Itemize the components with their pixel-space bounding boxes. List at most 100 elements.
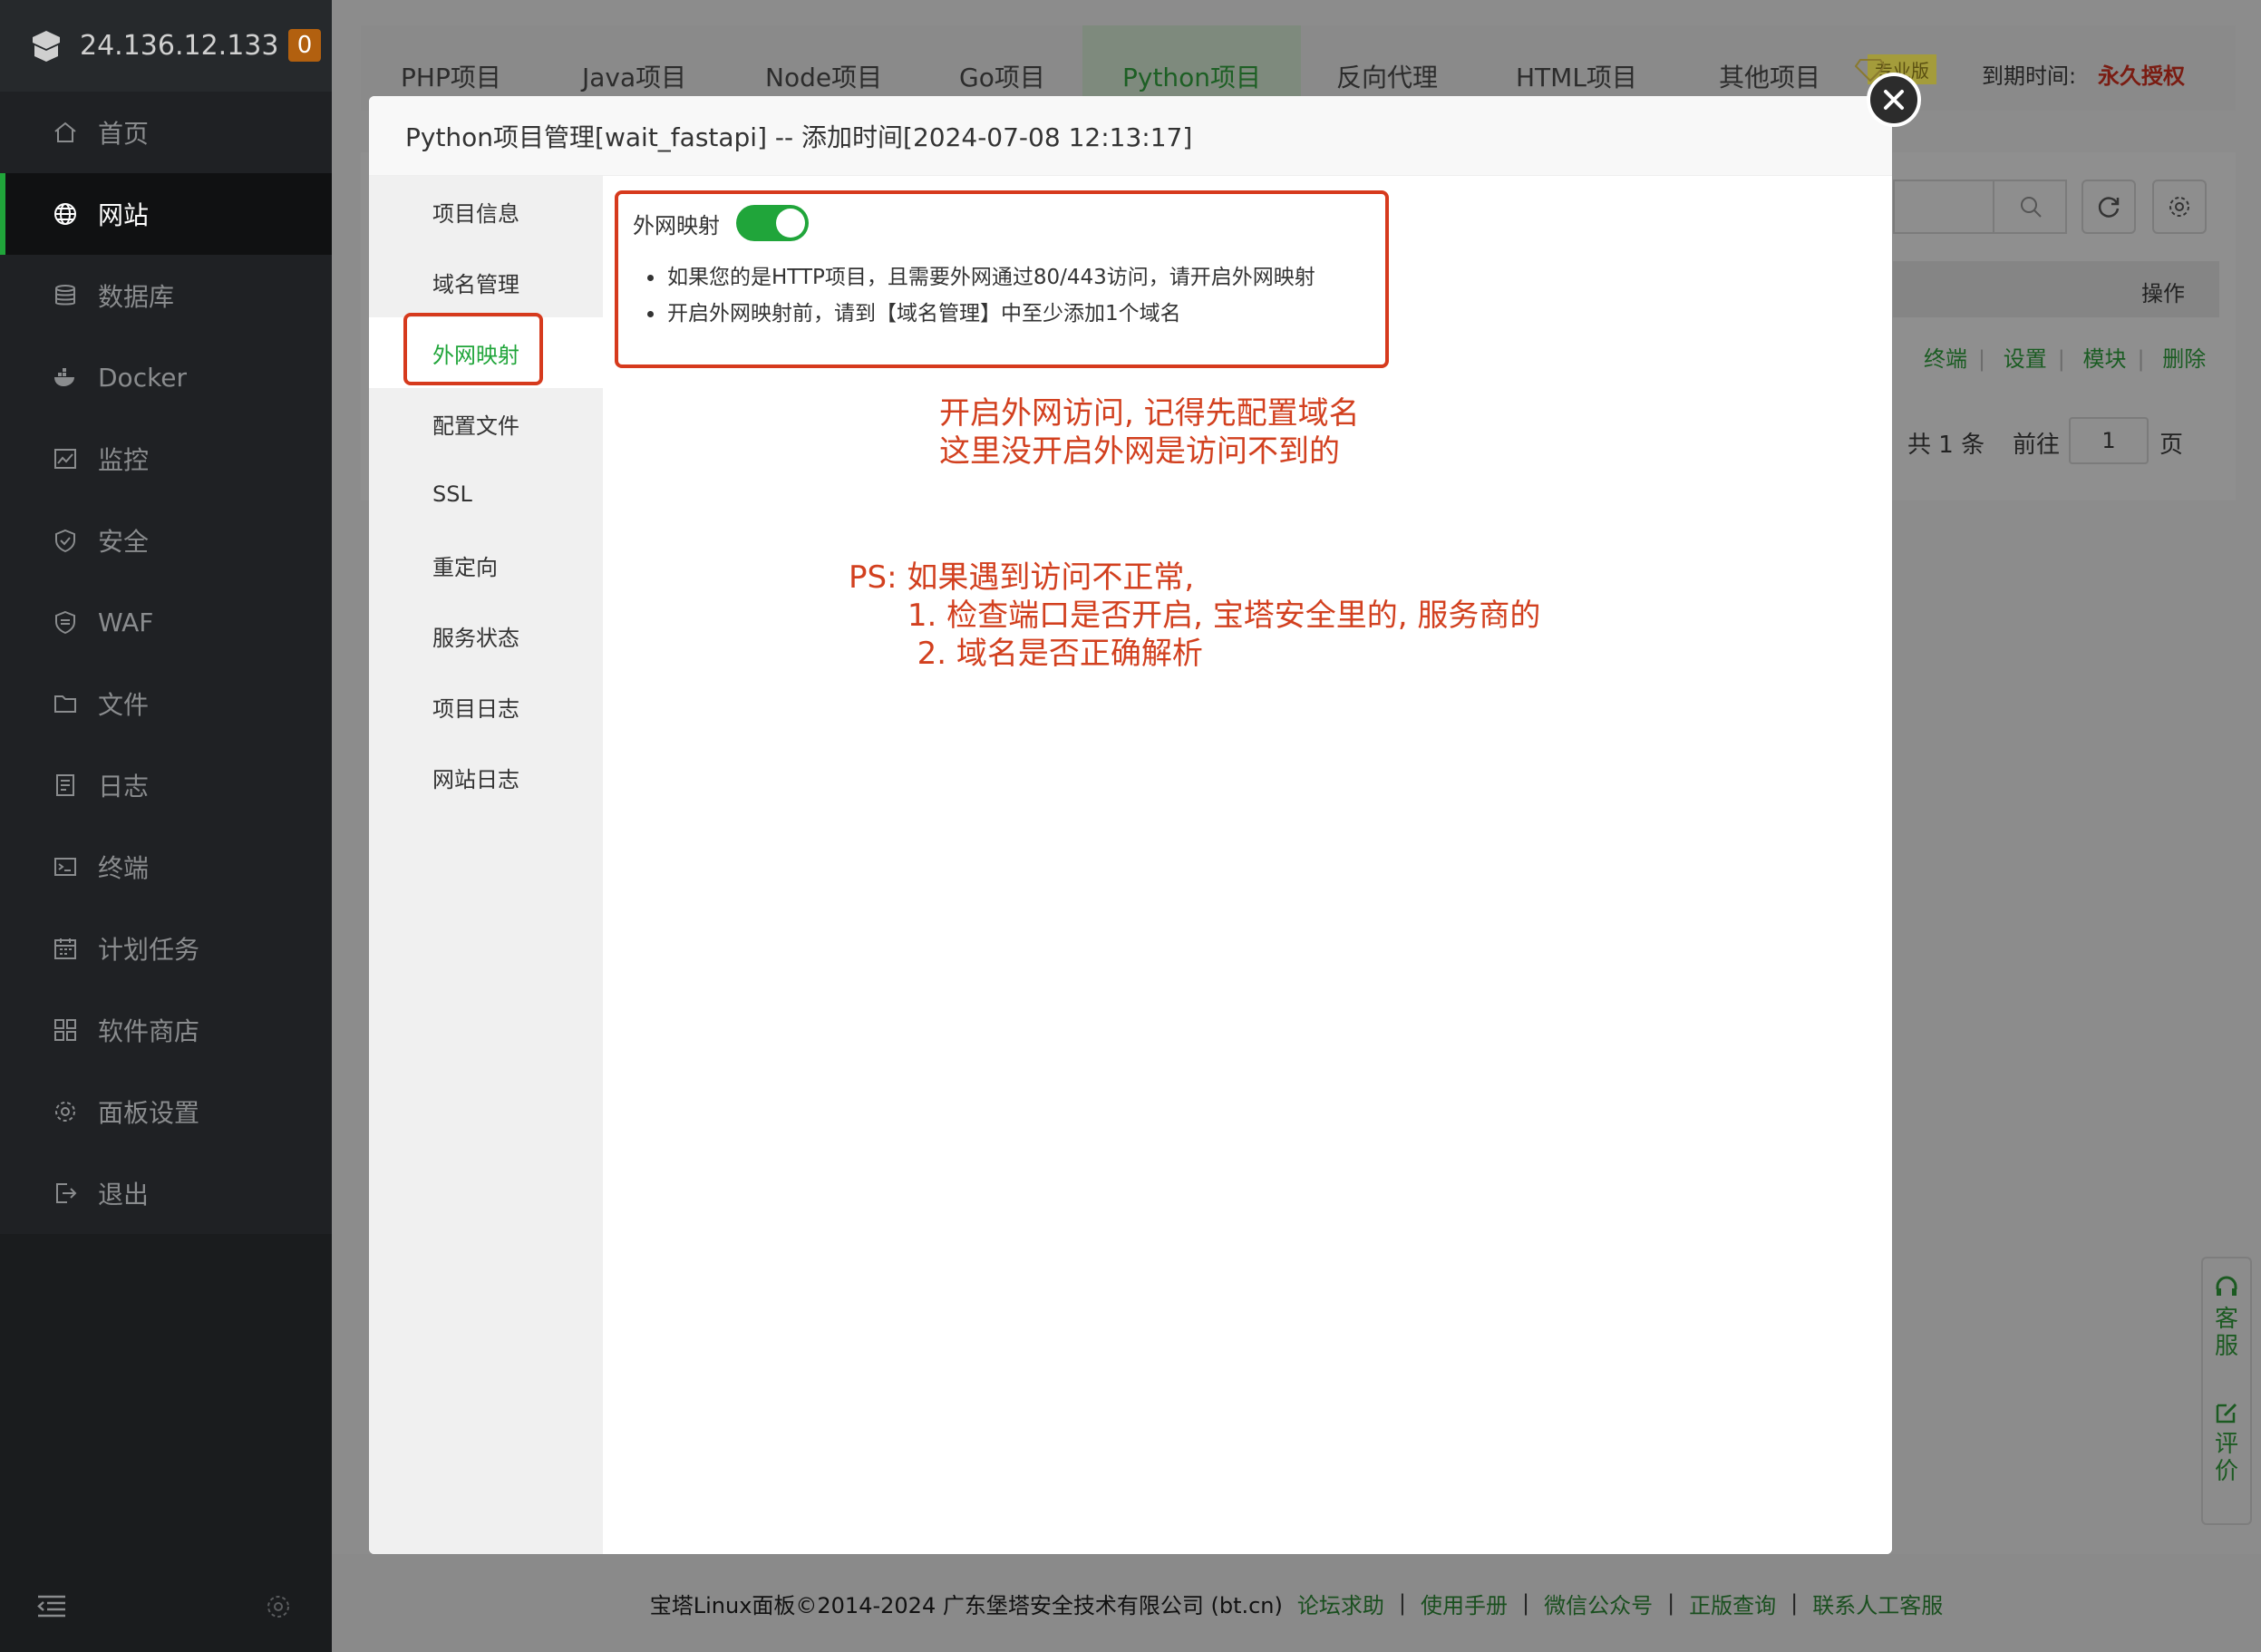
sidebar-settings-icon[interactable] (265, 1593, 292, 1620)
calendar-icon (53, 936, 78, 961)
sidebar-footer (0, 1561, 332, 1652)
module-action-link[interactable]: 模块 (2082, 346, 2126, 372)
headset-icon (2216, 1276, 2237, 1296)
search-button[interactable] (1993, 180, 2067, 234)
menu-item-site-log[interactable]: 网站日志 (369, 742, 603, 812)
sidebar-item-cron[interactable]: 计划任务 (0, 908, 332, 989)
tab-node[interactable]: Node项目 (765, 58, 882, 94)
settings-button[interactable] (2152, 180, 2207, 234)
sidebar-item-label: 计划任务 (98, 935, 200, 965)
settings-action-link[interactable]: 设置 (2004, 346, 2047, 372)
pager-goto-label: 前往 (2013, 432, 2061, 459)
collapse-menu-icon[interactable] (36, 1593, 67, 1620)
sidebar-item-settings[interactable]: 面板设置 (0, 1071, 332, 1152)
sidebar-item-label: 文件 (98, 690, 150, 720)
divider: | (1978, 346, 1986, 372)
refresh-button[interactable] (2081, 180, 2136, 234)
sidebar-item-waf[interactable]: WAF (0, 581, 332, 663)
sidebar-item-label: 日志 (98, 772, 150, 802)
divider: | (1667, 1590, 1675, 1616)
sidebar-item-store[interactable]: 软件商店 (0, 989, 332, 1071)
sidebar-item-home[interactable]: 首页 (0, 92, 332, 173)
shield-icon (53, 528, 78, 553)
tab-php[interactable]: PHP项目 (401, 58, 501, 94)
menu-item-project-info[interactable]: 项目信息 (369, 176, 603, 247)
expire-value[interactable]: 永久授权 (2098, 58, 2185, 90)
dialog-title: Python项目管理[wait_fastapi] -- 添加时间[2024-07… (369, 96, 1892, 176)
database-icon (53, 283, 78, 308)
monitor-icon (53, 446, 78, 471)
sidebar-item-database[interactable]: 数据库 (0, 255, 332, 336)
copyright-text: 宝塔Linux面板©2014-2024 广东堡塔安全技术有限公司 (bt.cn) (649, 1592, 1283, 1618)
floating-help-bar: 客服 评价 (2201, 1257, 2252, 1525)
page-number-input[interactable]: 1 (2069, 417, 2149, 464)
sidebar-item-label: 退出 (98, 1180, 150, 1210)
terminal-icon (53, 854, 78, 879)
divider: | (1790, 1590, 1799, 1616)
sidebar-item-security[interactable]: 安全 (0, 500, 332, 581)
divider: | (2137, 346, 2145, 372)
logout-icon (53, 1181, 78, 1206)
divider: | (2057, 346, 2065, 372)
sidebar-item-label: 面板设置 (98, 1098, 200, 1128)
footer: 宝塔Linux面板©2014-2024 广东堡塔安全技术有限公司 (bt.cn)… (332, 1554, 2261, 1652)
forum-link[interactable]: 论坛求助 (1297, 1588, 1384, 1619)
pager-page-suffix: 页 (2159, 432, 2184, 459)
wechat-link[interactable]: 微信公众号 (1544, 1588, 1653, 1619)
dialog-content (603, 176, 1892, 1554)
terminal-action-link[interactable]: 终端 (1924, 346, 1967, 372)
manual-link[interactable]: 使用手册 (1421, 1588, 1508, 1619)
annotation-note-2: PS: 如果遇到访问不正常, 1. 检查端口是否开启, 宝塔安全里的, 服务商的… (849, 559, 1541, 672)
close-icon (1884, 90, 1904, 110)
divider: | (1521, 1590, 1530, 1616)
sidebar-item-label: 安全 (98, 527, 150, 557)
docker-icon (53, 364, 78, 390)
license-check-link[interactable]: 正版查询 (1689, 1588, 1776, 1619)
home-icon (53, 120, 78, 145)
expire-label: 到期时间: (1982, 63, 2077, 89)
tab-java[interactable]: Java项目 (582, 58, 686, 94)
menu-item-domain-manage[interactable]: 域名管理 (369, 247, 603, 317)
sidebar-item-docker[interactable]: Docker (0, 336, 332, 418)
sidebar-item-label: 终端 (98, 853, 150, 883)
sidebar-item-terminal[interactable]: 终端 (0, 826, 332, 908)
tab-other[interactable]: 其他项目 (1719, 58, 1820, 94)
sidebar-item-files[interactable]: 文件 (0, 663, 332, 744)
delete-action-link[interactable]: 删除 (2162, 346, 2206, 372)
customer-service-label: 客服 (2214, 1306, 2238, 1360)
sidebar-item-label: 软件商店 (98, 1016, 200, 1046)
annotation-note-1: 开启外网访问, 记得先配置域名 这里没开启外网是访问不到的 (939, 395, 1360, 470)
server-ip: 24.136.12.133 (80, 30, 279, 62)
message-count-badge[interactable]: 0 (288, 29, 321, 62)
apps-icon (53, 1017, 78, 1043)
annotation-highlight-mapping (615, 190, 1389, 368)
tab-reverse-proxy[interactable]: 反向代理 (1336, 58, 1438, 94)
sidebar-item-website[interactable]: 网站 (0, 173, 332, 255)
sidebar-item-logs[interactable]: 日志 (0, 744, 332, 826)
annotation-highlight-menu (403, 313, 543, 385)
edit-icon (2216, 1403, 2237, 1424)
folder-icon (53, 691, 78, 716)
dialog-close-button[interactable] (1867, 73, 1921, 127)
review-button[interactable]: 评价 (2213, 1400, 2240, 1485)
menu-item-ssl[interactable]: SSL (369, 459, 603, 530)
sidebar-item-label: WAF (98, 607, 154, 637)
sidebar-item-monitor[interactable]: 监控 (0, 418, 332, 500)
customer-service-button[interactable]: 客服 (2213, 1275, 2240, 1360)
divider: | (1398, 1590, 1406, 1616)
tab-html[interactable]: HTML项目 (1516, 58, 1637, 94)
sidebar-item-label: 数据库 (98, 282, 175, 312)
search-icon (2021, 197, 2042, 218)
refresh-icon (2098, 197, 2120, 218)
sidebar-item-label: 监控 (98, 445, 150, 475)
gear-icon (2169, 197, 2189, 217)
menu-item-service-status[interactable]: 服务状态 (369, 600, 603, 671)
menu-item-config-file[interactable]: 配置文件 (369, 388, 603, 459)
support-link[interactable]: 联系人工客服 (1812, 1588, 1943, 1619)
menu-item-project-log[interactable]: 项目日志 (369, 671, 603, 742)
sidebar-nav: 首页 网站 数据库 Docker 监控 安全 WAF 文件 日志 终端 计划任务… (0, 92, 332, 1234)
menu-item-redirect[interactable]: 重定向 (369, 530, 603, 600)
sidebar-item-label: 首页 (98, 119, 150, 149)
tab-go[interactable]: Go项目 (959, 58, 1045, 94)
sidebar-item-logout[interactable]: 退出 (0, 1152, 332, 1234)
